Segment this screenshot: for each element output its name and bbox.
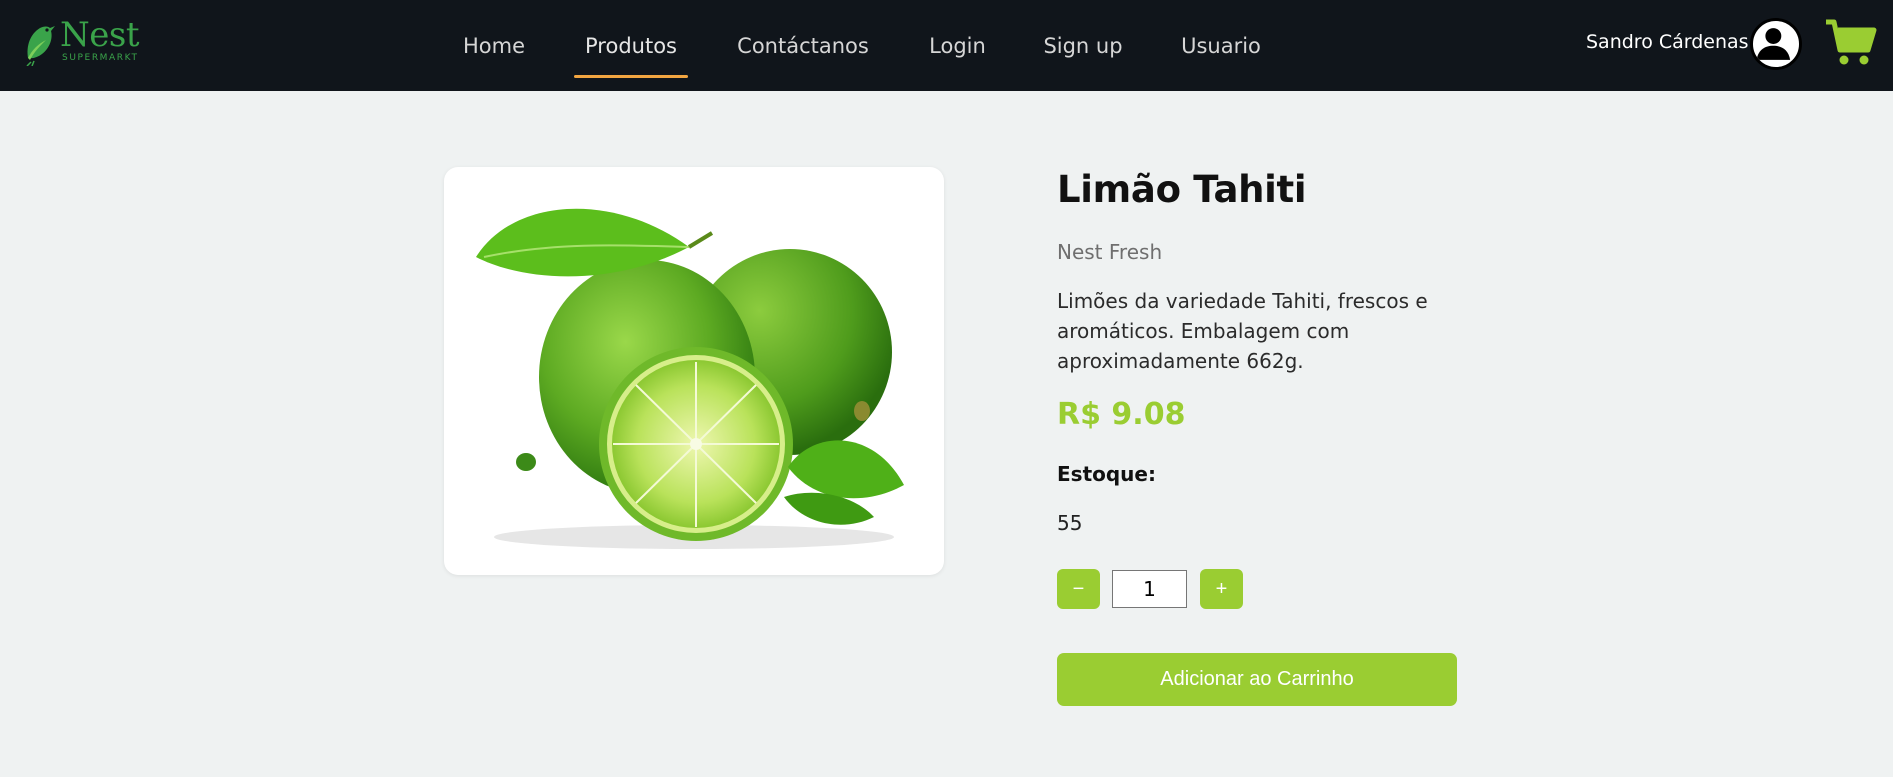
- stock-value: 55: [1057, 511, 1083, 535]
- product-brand: Nest Fresh: [1057, 240, 1163, 264]
- product-price: R$ 9.08: [1057, 397, 1186, 432]
- brand-tagline: SUPERMARKT: [62, 53, 139, 63]
- brand-name: Nest: [60, 15, 139, 55]
- product-description: Limões da variedade Tahiti, frescos e ar…: [1057, 289, 1428, 373]
- top-navigation-bar: Nest SUPERMARKT Home Produtos Contáctano…: [0, 0, 1893, 91]
- product-image: [444, 167, 944, 575]
- user-avatar-icon[interactable]: [1750, 18, 1802, 70]
- increment-quantity-button[interactable]: +: [1200, 569, 1243, 609]
- nav-sign-up[interactable]: Sign up: [1043, 0, 1122, 91]
- shopping-cart-icon[interactable]: [1824, 18, 1878, 68]
- nav-login[interactable]: Login: [929, 0, 986, 91]
- nav-contactanos[interactable]: Contáctanos: [737, 0, 869, 91]
- nav-usuario[interactable]: Usuario: [1181, 0, 1261, 91]
- active-tab-underline: [574, 75, 688, 78]
- add-to-cart-button[interactable]: Adicionar ao Carrinho: [1057, 653, 1457, 706]
- nav-home[interactable]: Home: [463, 0, 525, 91]
- brand-logo[interactable]: Nest SUPERMARKT: [22, 18, 142, 68]
- user-name[interactable]: Sandro Cárdenas: [1586, 31, 1749, 53]
- decrement-quantity-button[interactable]: −: [1057, 569, 1100, 609]
- stock-label: Estoque:: [1057, 462, 1156, 486]
- bird-logo-icon: [26, 26, 55, 66]
- product-title: Limão Tahiti: [1057, 168, 1307, 211]
- quantity-input[interactable]: [1112, 570, 1187, 608]
